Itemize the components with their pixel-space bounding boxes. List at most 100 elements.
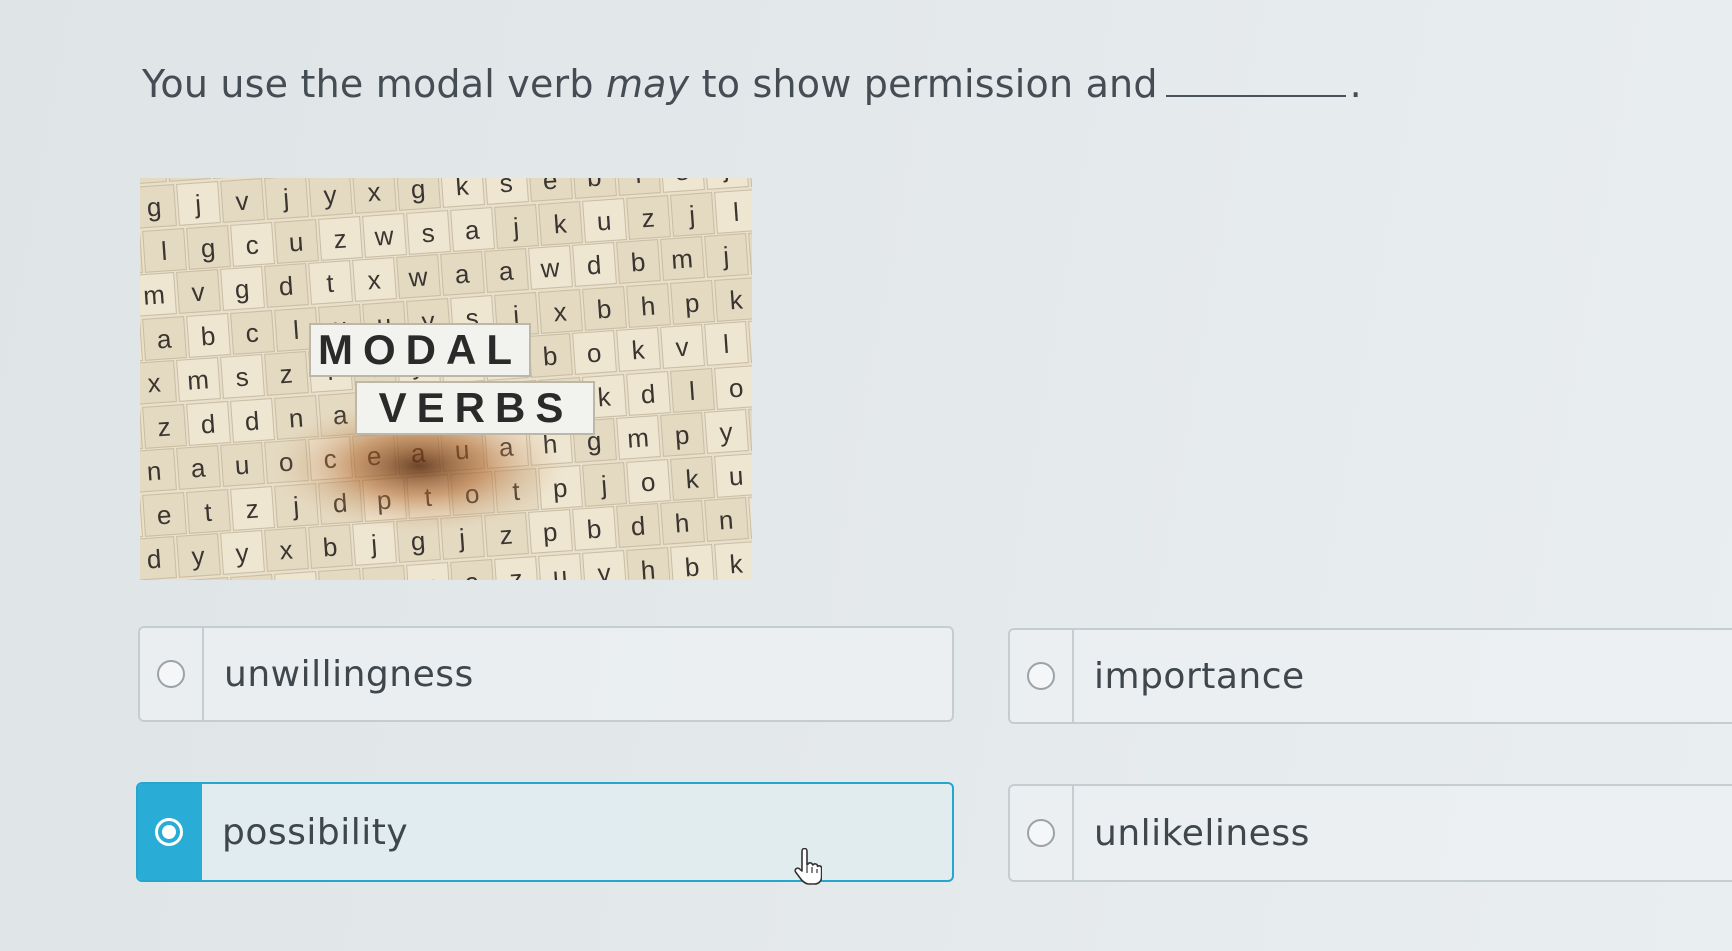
svg-text:z: z [157,412,172,443]
svg-text:z: z [333,224,348,255]
svg-text:n: n [146,456,163,487]
svg-text:x: x [367,265,382,296]
svg-text:a: a [498,255,515,286]
svg-text:u: u [288,227,305,258]
svg-text:s: s [421,218,436,249]
svg-text:z: z [641,203,656,234]
svg-text:x: x [553,297,568,328]
svg-text:o: o [640,467,657,498]
question-text: You use the modal verb may to show permi… [142,62,1362,106]
svg-text:y: y [597,558,612,580]
radio-button-selected[interactable] [155,818,183,846]
svg-text:c: c [245,318,260,349]
question-start: You use the modal verb [142,62,606,106]
svg-text:x: x [147,368,162,399]
svg-text:p: p [684,288,701,319]
option-unlikeliness[interactable]: unlikeliness [1008,784,1732,882]
svg-text:b: b [630,247,647,278]
svg-text:s: s [235,362,250,393]
svg-text:o: o [728,373,745,404]
option-possibility[interactable]: possibility [136,782,954,882]
svg-text:d: d [200,409,217,440]
radio-button[interactable] [157,660,185,688]
svg-text:w: w [539,252,561,283]
svg-text:x: x [367,178,382,207]
svg-text:g: g [410,178,427,204]
svg-text:e: e [542,178,559,195]
svg-text:g: g [234,274,251,305]
svg-text:d: d [640,379,657,410]
letter-tiles-photo: ognxlvbgdmbzleohzgjvjyxgkseblsjmwlgcuzws… [140,178,752,580]
svg-text:b: b [586,514,603,545]
svg-text:m: m [186,364,210,395]
hand-pointer-icon [794,848,822,885]
svg-text:h: h [332,576,349,580]
svg-text:u: u [552,561,569,580]
radio-zone [1010,786,1074,880]
svg-text:h: h [674,508,691,539]
svg-text:b: b [586,178,603,192]
svg-text:a: a [454,258,471,289]
radio-button[interactable] [1027,819,1055,847]
svg-text:x: x [279,535,294,566]
option-label: possibility [222,811,409,853]
svg-text:b: b [684,552,701,580]
question-end: . [1349,62,1362,106]
svg-text:n: n [718,505,735,536]
svg-text:u: u [596,206,613,237]
svg-text:d: d [146,544,163,575]
modal-word: MODAL [318,326,522,373]
svg-text:y: y [719,417,734,448]
svg-text:v: v [235,186,250,217]
radio-zone [138,784,202,880]
svg-text:s: s [675,178,690,186]
svg-text:w: w [373,220,395,251]
svg-text:b: b [596,294,613,325]
svg-text:v: v [675,332,690,363]
svg-text:d: d [278,271,295,302]
svg-text:m: m [670,243,694,274]
svg-text:s: s [499,178,514,198]
radio-button[interactable] [1027,662,1055,690]
svg-text:h: h [640,291,657,322]
svg-text:h: h [640,555,657,580]
svg-text:a: a [156,323,173,354]
svg-text:g: g [200,233,217,264]
svg-text:k: k [455,178,471,201]
svg-text:p: p [674,420,691,451]
svg-text:b: b [322,532,339,563]
svg-text:c: c [245,230,260,261]
option-unwillingness[interactable]: unwillingness [138,626,954,722]
svg-text:a: a [464,566,481,580]
option-label: unlikeliness [1094,812,1310,854]
question-middle: to show permission and [689,62,1158,106]
svg-text:w: w [407,261,429,292]
svg-text:y: y [323,180,338,211]
svg-text:d: d [630,511,647,542]
svg-text:b: b [200,321,217,352]
svg-text:e: e [156,500,173,531]
question-emphasis: may [605,62,690,106]
svg-text:v: v [191,277,206,308]
radio-zone [1010,630,1074,722]
svg-text:x: x [421,570,436,580]
svg-text:y: y [235,538,250,569]
svg-text:z: z [509,564,524,580]
svg-text:a: a [190,452,207,483]
svg-text:g: g [146,192,163,223]
svg-text:y: y [191,541,206,572]
svg-text:c: c [289,579,304,580]
modal-verbs-image: ognxlvbgdmbzleohzgjvjyxgkseblsjmwlgcuzws… [140,178,752,580]
svg-text:u: u [728,461,745,492]
verbs-word: VERBS [379,384,574,431]
option-importance[interactable]: importance [1008,628,1732,724]
svg-text:a: a [464,214,481,245]
svg-text:o: o [586,338,603,369]
svg-text:l: l [634,178,642,189]
svg-text:d: d [586,250,603,281]
svg-text:z: z [245,494,260,525]
svg-text:s: s [377,573,392,580]
radio-zone [140,628,204,720]
option-label: unwillingness [224,653,474,695]
svg-text:m: m [142,279,166,310]
